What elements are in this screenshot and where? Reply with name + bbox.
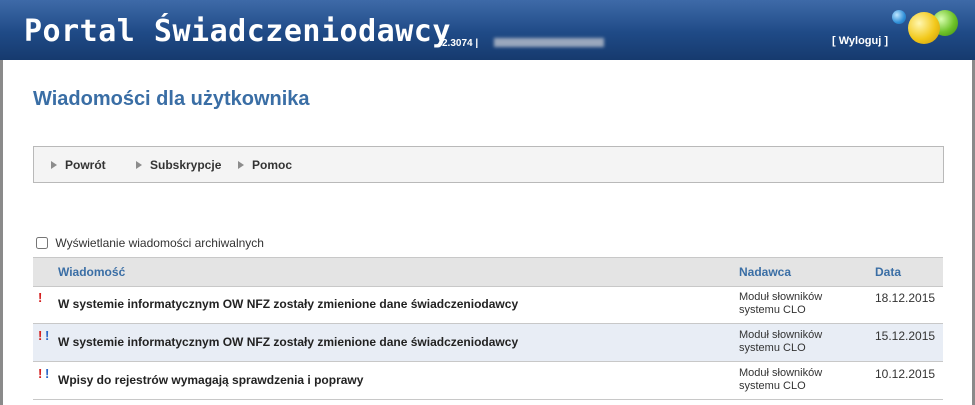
portal-logo-icon [888, 8, 968, 56]
app-version: 2.3074 | [442, 38, 479, 49]
priority-red-icon: ! [38, 290, 43, 305]
column-header-date[interactable]: Data [875, 265, 901, 279]
back-button[interactable]: Powrót [65, 158, 106, 172]
redacted-user-info [494, 38, 604, 47]
priority-red-icon: ! [38, 366, 43, 381]
arrow-right-icon [238, 161, 244, 169]
toolbar: Powrót Subskrypcje Pomoc [33, 146, 944, 183]
page-title: Wiadomości dla użytkownika [33, 88, 310, 110]
column-header-message[interactable]: Wiadomość [58, 265, 125, 279]
priority-blue-icon: ! [45, 328, 50, 343]
priority-red-icon: ! [38, 328, 43, 343]
message-date: 18.12.2015 [875, 291, 936, 305]
column-header-sender[interactable]: Nadawca [739, 265, 791, 279]
table-row[interactable]: ! W systemie informatycznym OW NFZ zosta… [33, 286, 943, 324]
app-header: Portal Świadczeniodawcy 2.3074 | [ Wylog… [0, 0, 975, 60]
subscriptions-button[interactable]: Subskrypcje [150, 158, 221, 172]
help-button[interactable]: Pomoc [252, 158, 292, 172]
logo-yellow-ball [908, 12, 940, 44]
message-date: 15.12.2015 [875, 329, 936, 343]
message-subject[interactable]: W systemie informatycznym OW NFZ zostały… [58, 297, 518, 311]
arrow-right-icon [136, 161, 142, 169]
table-row[interactable]: ! ! Wpisy do rejestrów wymagają sprawdze… [33, 362, 943, 400]
message-date: 10.12.2015 [875, 367, 936, 381]
page-border-left [0, 60, 3, 405]
message-sender: Moduł słowników systemu CLO [739, 367, 823, 392]
message-sender: Moduł słowników systemu CLO [739, 329, 823, 354]
archive-toggle[interactable]: Wyświetlanie wiadomości archiwalnych [36, 236, 264, 250]
message-sender: Moduł słowników systemu CLO [739, 291, 823, 316]
arrow-right-icon [51, 161, 57, 169]
app-title: Portal Świadczeniodawcy [24, 14, 451, 49]
messages-table: Wiadomość Nadawca Data ! W systemie info… [33, 257, 943, 405]
archive-checkbox[interactable] [36, 237, 48, 249]
priority-blue-icon: ! [45, 366, 50, 381]
message-subject[interactable]: Wpisy do rejestrów wymagają sprawdzenia … [58, 373, 363, 387]
table-row[interactable]: ! ! W systemie informatycznym OW NFZ zos… [33, 324, 943, 362]
logout-link[interactable]: [ Wyloguj ] [832, 35, 888, 47]
message-subject[interactable]: W systemie informatycznym OW NFZ zostały… [58, 335, 518, 349]
archive-label: Wyświetlanie wiadomości archiwalnych [55, 236, 264, 250]
logo-blue-ball [892, 10, 906, 24]
table-header: Wiadomość Nadawca Data [33, 257, 943, 287]
